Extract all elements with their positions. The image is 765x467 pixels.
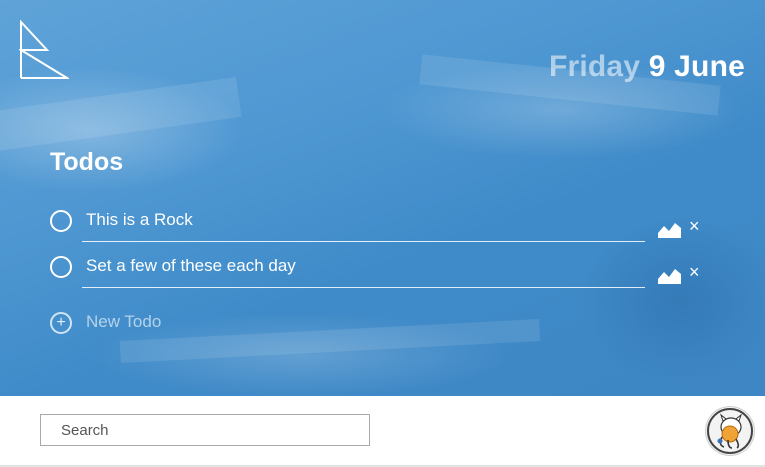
todo-checkbox[interactable] (50, 210, 72, 232)
todo-text[interactable]: Set a few of these each day (86, 254, 296, 278)
date-day: Friday (548, 50, 641, 83)
octocat-icon[interactable] (706, 407, 754, 455)
bottom-bar (0, 396, 765, 467)
plus-circle-icon[interactable]: + (50, 312, 72, 334)
todo-item: This is a Rock × (50, 208, 730, 254)
background-texture (0, 77, 242, 153)
todo-item: Set a few of these each day × (50, 254, 730, 300)
close-icon[interactable]: × (689, 216, 700, 236)
date-day-month: 9 June (648, 50, 745, 83)
todo-underline (82, 241, 645, 242)
todos-title: Todos (50, 148, 124, 176)
mountain-icon[interactable] (658, 221, 681, 238)
background-texture (119, 319, 541, 363)
hero-background: Friday 9 June Todos This is a Rock × Set… (0, 0, 765, 396)
date-display: Friday 9 June (549, 50, 745, 84)
r-triangle-logo-icon[interactable] (19, 20, 69, 80)
close-icon[interactable]: × (689, 262, 700, 282)
search-input[interactable] (40, 414, 370, 446)
todo-checkbox[interactable] (50, 256, 72, 278)
new-todo-label[interactable]: New Todo (86, 311, 161, 333)
todo-underline (82, 287, 645, 288)
mountain-icon[interactable] (658, 267, 681, 284)
todo-text[interactable]: This is a Rock (86, 208, 193, 232)
